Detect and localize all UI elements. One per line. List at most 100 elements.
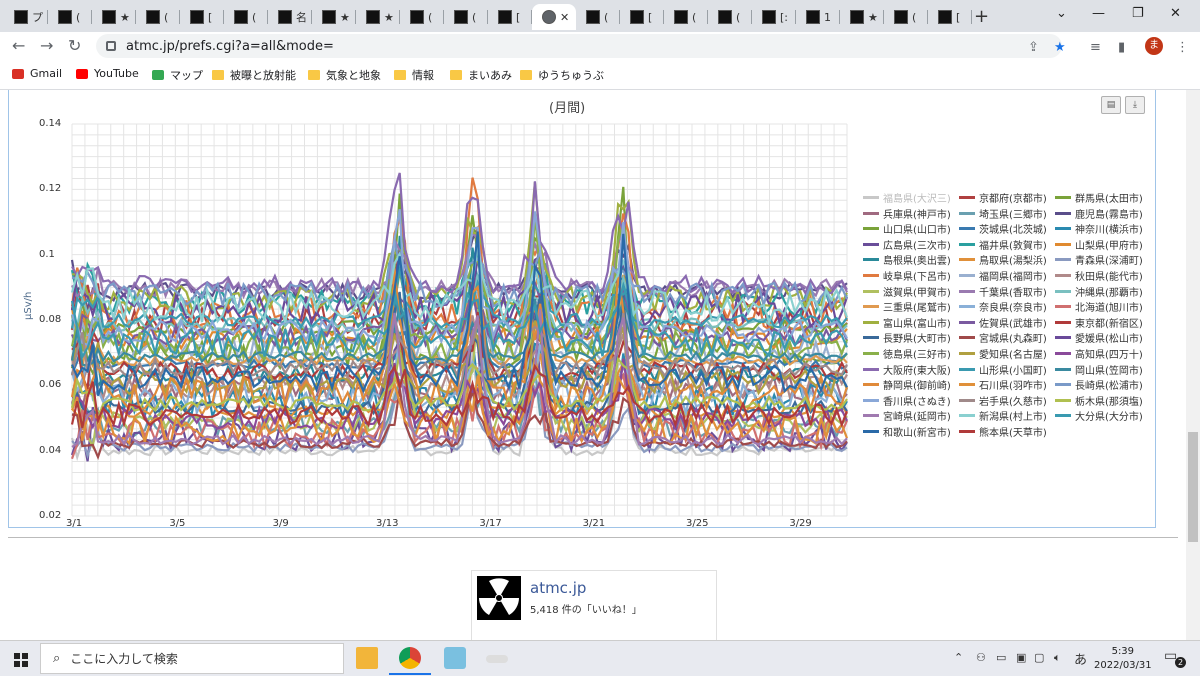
- volume-icon[interactable]: 🔈︎: [1054, 651, 1061, 665]
- legend-item[interactable]: 佐賀県(武雄市): [959, 315, 1047, 330]
- legend-item[interactable]: 徳島県(三好市): [863, 346, 951, 361]
- reload-icon[interactable]: ↻: [68, 36, 81, 55]
- scrollbar-thumb[interactable]: [1188, 432, 1198, 542]
- legend-item[interactable]: 青森県(深浦町): [1055, 252, 1143, 267]
- share-icon[interactable]: ⇪: [1028, 40, 1039, 55]
- taskbar-search-box[interactable]: ⌕ ここに入力して検索: [40, 643, 344, 674]
- bookmark-item[interactable]: Gmail: [12, 67, 62, 80]
- legend-item[interactable]: 秋田県(能代市): [1055, 268, 1143, 283]
- browser-tab[interactable]: (: [576, 4, 620, 30]
- legend-item[interactable]: 宮城県(丸森町): [959, 330, 1047, 345]
- back-arrow-icon[interactable]: ←: [12, 36, 25, 55]
- browser-tab[interactable]: [: [620, 4, 664, 30]
- browser-tab[interactable]: [:: [752, 4, 796, 30]
- profile-avatar[interactable]: ま: [1145, 37, 1163, 55]
- bookmark-item[interactable]: マップ: [152, 67, 203, 83]
- legend-item[interactable]: 北海道(旭川市): [1055, 299, 1143, 314]
- legend-item[interactable]: 鳥取県(湯梨浜): [959, 252, 1047, 267]
- forward-arrow-icon[interactable]: →: [40, 36, 53, 55]
- facebook-like-box[interactable]: atmc.jp 5,418 件の「いいね！」: [471, 570, 717, 641]
- minimize-button[interactable]: —: [1092, 6, 1105, 21]
- legend-item[interactable]: 愛知県(名古屋): [959, 346, 1047, 361]
- browser-tab[interactable]: (: [884, 4, 928, 30]
- browser-tab[interactable]: [: [928, 4, 972, 30]
- bookmark-item[interactable]: まいあみ: [450, 67, 512, 83]
- browser-tab[interactable]: ✕: [532, 4, 576, 30]
- legend-item[interactable]: 岐阜県(下呂市): [863, 268, 951, 283]
- legend-item[interactable]: 長崎県(松浦市): [1055, 377, 1143, 392]
- browser-tab[interactable]: 名: [268, 4, 312, 30]
- browser-tab[interactable]: ★: [312, 4, 356, 30]
- close-window-button[interactable]: ✕: [1170, 6, 1181, 21]
- legend-item[interactable]: 長野県(大町市): [863, 330, 951, 345]
- legend-item[interactable]: 石川県(羽咋市): [959, 377, 1047, 392]
- legend-item[interactable]: 岩手県(久慈市): [959, 393, 1047, 408]
- legend-item[interactable]: 山口県(山口市): [863, 221, 951, 236]
- new-tab-button[interactable]: +: [974, 6, 989, 27]
- browser-tab[interactable]: ★: [356, 4, 400, 30]
- legend-item[interactable]: 沖縄県(那覇市): [1055, 284, 1143, 299]
- legend-item[interactable]: 高知県(四万十): [1055, 346, 1143, 361]
- legend-item[interactable]: 鹿児島(霧島市): [1055, 206, 1143, 221]
- chevron-up-icon[interactable]: ⌃: [954, 651, 963, 664]
- side-panel-icon[interactable]: ▮: [1118, 40, 1125, 55]
- bookmark-item[interactable]: 情報: [394, 67, 434, 83]
- legend-item[interactable]: 山形県(小国町): [959, 362, 1047, 377]
- browser-tab[interactable]: ★: [92, 4, 136, 30]
- maximize-button[interactable]: ❐: [1132, 6, 1144, 21]
- legend-item[interactable]: 埼玉県(三郷市): [959, 206, 1047, 221]
- bookmark-item[interactable]: YouTube: [76, 67, 139, 80]
- legend-item[interactable]: 兵庫県(神戸市): [863, 206, 951, 221]
- legend-item[interactable]: 山梨県(甲府市): [1055, 237, 1143, 252]
- legend-item[interactable]: 静岡県(御前崎): [863, 377, 951, 392]
- browser-tab[interactable]: [: [488, 4, 532, 30]
- chevron-down-icon[interactable]: ⌄: [1056, 6, 1067, 21]
- browser-tab[interactable]: 1: [796, 4, 840, 30]
- file-explorer-icon[interactable]: [356, 647, 378, 669]
- bookmark-star-icon[interactable]: ★: [1054, 40, 1066, 55]
- legend-item[interactable]: 熊本県(天草市): [959, 424, 1047, 439]
- browser-tab[interactable]: (: [48, 4, 92, 30]
- browser-tab[interactable]: (: [136, 4, 180, 30]
- browser-tab[interactable]: (: [664, 4, 708, 30]
- legend-item[interactable]: 神奈川(横浜市): [1055, 221, 1143, 236]
- legend-item[interactable]: 新潟県(村上市): [959, 408, 1047, 423]
- legend-item[interactable]: 茨城県(北茨城): [959, 221, 1047, 236]
- browser-tab[interactable]: ★: [840, 4, 884, 30]
- legend-item[interactable]: 富山県(富山市): [863, 315, 951, 330]
- bookmark-item[interactable]: 気象と地象: [308, 67, 381, 83]
- legend-item[interactable]: 福島県(大沢三): [863, 190, 951, 205]
- browser-tab[interactable]: (: [400, 4, 444, 30]
- browser-tab[interactable]: [: [180, 4, 224, 30]
- legend-item[interactable]: 京都府(京都市): [959, 190, 1047, 205]
- network-icon[interactable]: ▣: [1016, 651, 1026, 664]
- browser-tab[interactable]: (: [224, 4, 268, 30]
- legend-item[interactable]: 栃木県(那須塩): [1055, 393, 1143, 408]
- ime-indicator[interactable]: あ: [1074, 649, 1087, 668]
- browser-tab[interactable]: プ: [4, 4, 48, 30]
- legend-item[interactable]: 宮崎県(延岡市): [863, 408, 951, 423]
- legend-item[interactable]: 三重県(尾鷲市): [863, 299, 951, 314]
- address-bar[interactable]: atmc.jp/prefs.cgi?a=all&mode=: [96, 34, 1062, 58]
- facebook-page-name[interactable]: atmc.jp: [530, 579, 586, 597]
- legend-item[interactable]: 福岡県(福岡市): [959, 268, 1047, 283]
- browser-tab[interactable]: (: [708, 4, 752, 30]
- windows-start-icon[interactable]: [14, 652, 28, 671]
- display-icon[interactable]: ▢: [1034, 651, 1044, 664]
- legend-item[interactable]: 大阪府(東大阪): [863, 362, 951, 377]
- vertical-scrollbar[interactable]: [1186, 90, 1200, 640]
- legend-item[interactable]: 大分県(大分市): [1055, 408, 1143, 423]
- legend-item[interactable]: 香川県(さぬき): [863, 393, 951, 408]
- legend-item[interactable]: 岡山県(笠岡市): [1055, 362, 1143, 377]
- clock[interactable]: 5:39 2022/03/31: [1094, 645, 1152, 673]
- app-icon[interactable]: [444, 647, 466, 669]
- legend-item[interactable]: 愛媛県(松山市): [1055, 330, 1143, 345]
- legend-item[interactable]: 滋賀県(甲賀市): [863, 284, 951, 299]
- legend-item[interactable]: 広島県(三次市): [863, 237, 951, 252]
- legend-item[interactable]: 奈良県(奈良市): [959, 299, 1047, 314]
- people-icon[interactable]: ⚇: [976, 651, 986, 664]
- menu-dots-icon[interactable]: ⋮: [1176, 40, 1189, 55]
- legend-item[interactable]: 千葉県(香取市): [959, 284, 1047, 299]
- pen-icon[interactable]: [486, 655, 508, 663]
- bookmark-item[interactable]: 被曝と放射能: [212, 67, 296, 83]
